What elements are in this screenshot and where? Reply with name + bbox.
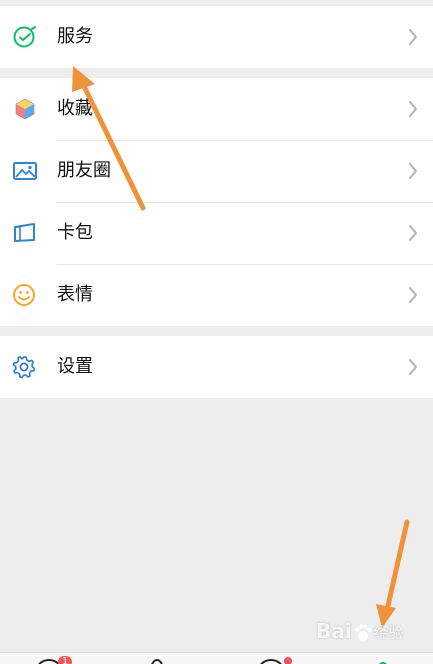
watermark-brand: Bai xyxy=(316,619,352,643)
chevron-right-icon xyxy=(408,286,418,304)
menu-item-cards-label: 卡包 xyxy=(57,222,93,243)
watermark-sub: 经验 xyxy=(373,623,404,642)
menu-item-moments[interactable]: 朋友圈 xyxy=(0,140,433,202)
bottom-tab-bar: 1 xyxy=(0,652,433,664)
chevron-right-icon xyxy=(408,162,418,180)
menu-item-settings-label: 设置 xyxy=(57,356,93,377)
chevron-right-icon xyxy=(408,358,418,376)
menu-item-services-label: 服务 xyxy=(57,26,93,47)
cards-wallet-icon xyxy=(12,221,38,245)
tab-chats-badge: 1 xyxy=(58,656,73,664)
paw-logo-icon xyxy=(352,622,374,644)
features-group: 收藏 朋友圈 卡包 表情 xyxy=(0,78,433,326)
me-page-screen: 服务 收藏 朋友圈 卡包 表情 设置 1 Bai 经验 xyxy=(0,0,433,664)
tab-contacts-icon[interactable] xyxy=(150,659,164,664)
tab-discover-dot xyxy=(284,657,292,664)
settings-group: 设置 xyxy=(0,336,433,398)
stickers-smile-icon xyxy=(12,283,38,307)
settings-gear-icon xyxy=(12,355,38,379)
favorites-cube-icon xyxy=(12,97,38,121)
menu-item-stickers-label: 表情 xyxy=(57,284,93,305)
menu-item-moments-label: 朋友圈 xyxy=(57,160,111,181)
tab-discover-icon[interactable] xyxy=(258,659,284,664)
services-icon xyxy=(12,25,38,49)
moments-image-icon xyxy=(12,159,38,183)
annotation-arrow-icon xyxy=(376,519,410,628)
menu-item-services[interactable]: 服务 xyxy=(0,6,433,68)
menu-item-stickers[interactable]: 表情 xyxy=(0,264,433,326)
menu-item-favorites-label: 收藏 xyxy=(57,98,93,119)
chevron-right-icon xyxy=(408,224,418,242)
menu-item-settings[interactable]: 设置 xyxy=(0,336,433,398)
services-group: 服务 xyxy=(0,6,433,68)
baidu-jingyan-watermark: Bai 经验 xyxy=(316,616,404,646)
menu-item-favorites[interactable]: 收藏 xyxy=(0,78,433,140)
menu-item-cards[interactable]: 卡包 xyxy=(0,202,433,264)
chevron-right-icon xyxy=(408,28,418,46)
chevron-right-icon xyxy=(408,100,418,118)
